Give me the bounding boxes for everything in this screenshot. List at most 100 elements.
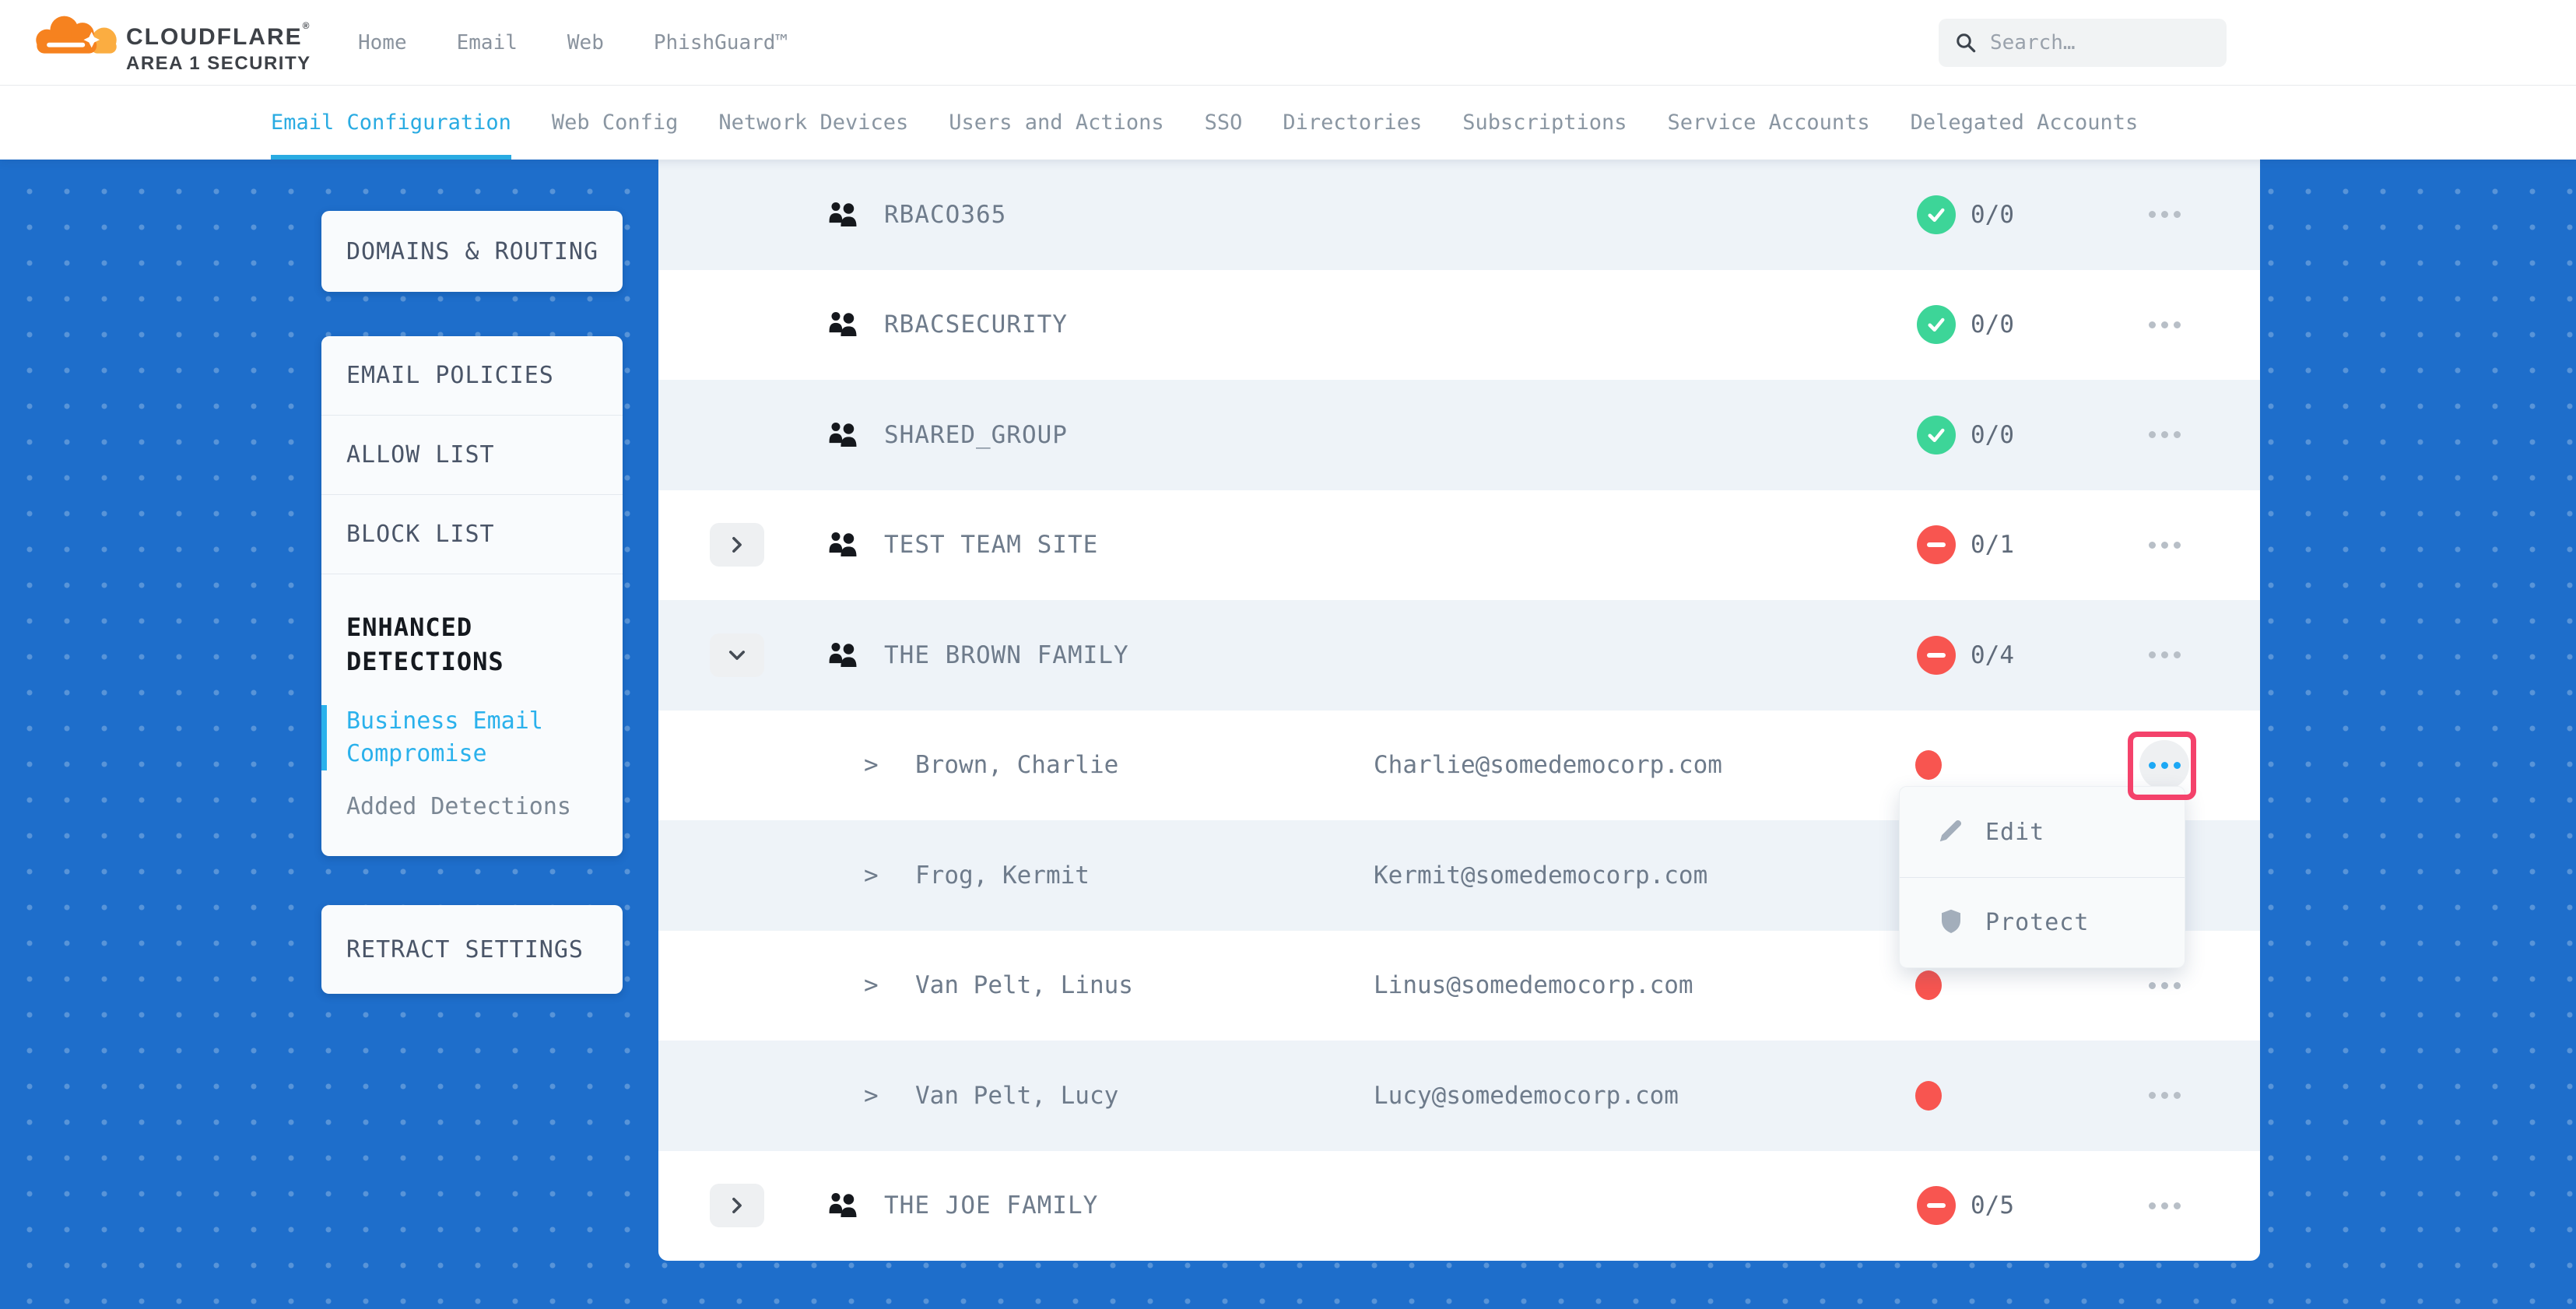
group-name: THE BROWN FAMILY (884, 641, 1129, 669)
status-unprotected-icon (1917, 1186, 1956, 1225)
more-dot (2149, 211, 2156, 218)
search-box[interactable] (1939, 19, 2227, 67)
group-icon (827, 1191, 860, 1220)
member-email: Kermit@somedemocorp.com (1374, 862, 1707, 890)
more-dot (2174, 982, 2181, 989)
more-actions-button[interactable] (2139, 630, 2189, 680)
sidebar-item-label: DOMAINS & ROUTING (346, 238, 598, 265)
table-row-group: RBACO3650/0 (658, 160, 2260, 270)
more-dot (2161, 982, 2168, 989)
more-dot (2149, 542, 2156, 549)
member-name: Van Pelt, Lucy (915, 1082, 1118, 1110)
sidebar-item-label: RETRACT SETTINGS (346, 936, 584, 963)
search-input[interactable] (1990, 31, 2211, 54)
more-actions-button[interactable] (2139, 300, 2189, 349)
table-row-group: SHARED_GROUP 0/0 (658, 380, 2260, 490)
more-actions-button[interactable] (2139, 190, 2189, 240)
table-row-group: THE JOE FAMILY0/5 (658, 1151, 2260, 1262)
tab-delegated-accounts[interactable]: Delegated Accounts (1911, 86, 2139, 160)
more-dot (2149, 321, 2156, 328)
more-dot (2149, 1092, 2156, 1099)
group-icon (827, 201, 860, 229)
header-nav-item[interactable]: PhishGuard™ (654, 31, 788, 54)
directory-table-panel: RBACO3650/0RBACSECURITY0/0SHARED_GROUP0/… (658, 160, 2260, 1261)
sidebar-item-added-detections[interactable]: Added Detections (346, 791, 598, 823)
protection-count: 0/4 (1971, 641, 2014, 669)
tab-network-devices[interactable]: Network Devices (718, 86, 908, 160)
more-dot (2149, 1202, 2156, 1209)
more-dot (2161, 431, 2168, 438)
status-protected-icon (1917, 195, 1956, 234)
group-name: TEST TEAM SITE (884, 531, 1098, 559)
group-icon (827, 641, 860, 669)
more-dot (2161, 1202, 2168, 1209)
cloudflare-cloud-icon (33, 11, 120, 56)
more-dot (2149, 431, 2156, 438)
more-dot (2174, 1202, 2181, 1209)
more-actions-button[interactable] (2139, 1181, 2189, 1230)
more-actions-button[interactable] (2139, 520, 2189, 570)
more-actions-button[interactable] (2139, 410, 2189, 460)
annotation-highlight (2128, 732, 2196, 800)
tab-directories[interactable]: Directories (1283, 86, 1422, 160)
group-icon (827, 531, 860, 559)
member-chevron: > (864, 971, 879, 999)
minus-glyph (1927, 542, 1946, 547)
tab-service-accounts[interactable]: Service Accounts (1668, 86, 1870, 160)
table-row-group: TEST TEAM SITE0/1 (658, 490, 2260, 601)
sidebar-item-retract-settings[interactable]: RETRACT SETTINGS (321, 905, 623, 994)
menu-item-protect[interactable]: Protect (1900, 877, 2185, 967)
brand-subtitle: AREA 1 SECURITY (126, 53, 311, 75)
protection-count: 0/5 (1971, 1191, 2014, 1220)
group-name: RBACSECURITY (884, 311, 1068, 339)
member-chevron: > (864, 862, 879, 890)
more-dot (2149, 651, 2156, 658)
shield-icon (1937, 907, 1965, 939)
status-unprotected-icon (1917, 636, 1956, 675)
menu-item-edit[interactable]: Edit (1900, 787, 2185, 877)
protection-count: 0/0 (1971, 421, 2014, 449)
sidebar-item-block-list[interactable]: BLOCK LIST (321, 495, 623, 574)
pencil-icon (1937, 816, 1965, 848)
minus-glyph (1927, 653, 1946, 658)
sidebar-item-domains-routing[interactable]: DOMAINS & ROUTING (321, 211, 623, 292)
app-header: CLOUDFLARE® AREA 1 SECURITY Home Email Web… (0, 0, 2576, 86)
table-row-group: THE BROWN FAMILY 0/4 (658, 600, 2260, 711)
chevron-right-icon[interactable] (710, 1184, 764, 1227)
header-nav-item[interactable]: Web (567, 31, 604, 54)
header-nav-item[interactable]: Home (358, 31, 407, 54)
more-dot (2161, 321, 2168, 328)
status-dot (1915, 750, 1942, 780)
tab-email-configuration[interactable]: Email Configuration (271, 86, 511, 160)
tab-users-and-actions[interactable]: Users and Actions (949, 86, 1163, 160)
minus-glyph (1927, 1203, 1946, 1208)
more-actions-button[interactable] (2139, 1071, 2189, 1121)
status-dot (1915, 970, 1942, 1000)
header-nav-item[interactable]: Email (457, 31, 518, 54)
chevron-right-icon[interactable] (710, 523, 764, 567)
enhanced-detections-title: ENHANCED DETECTIONS (346, 610, 598, 679)
group-icon (827, 421, 860, 449)
status-protected-icon (1917, 416, 1956, 454)
member-chevron: > (864, 1082, 879, 1110)
menu-item-label: Protect (1985, 909, 2089, 936)
tab-sso[interactable]: SSO (1205, 86, 1243, 160)
chevron-down-icon[interactable] (710, 633, 764, 677)
tab-web-config[interactable]: Web Config (552, 86, 679, 160)
sidebar-item-email-policies[interactable]: EMAIL POLICIES (321, 336, 623, 416)
group-icon (827, 311, 860, 339)
more-dot (2161, 542, 2168, 549)
member-name: Van Pelt, Linus (915, 971, 1133, 999)
cloudflare-logo: CLOUDFLARE® AREA 1 SECURITY (33, 6, 311, 75)
sidebar-item-allow-list[interactable]: ALLOW LIST (321, 416, 623, 495)
sidebar-item-business-email-compromise[interactable]: Business Email Compromise (321, 705, 598, 770)
more-dot (2174, 321, 2181, 328)
member-email: Charlie@somedemocorp.com (1374, 751, 1722, 779)
context-menu: Edit Protect (1899, 786, 2185, 968)
more-dot (2161, 211, 2168, 218)
table-row-group: RBACSECURITY0/0 (658, 270, 2260, 381)
group-name: SHARED_GROUP (884, 421, 1068, 449)
tab-subscriptions[interactable]: Subscriptions (1462, 86, 1627, 160)
header-nav: Home Email Web PhishGuard™ (358, 0, 788, 86)
more-dot (2174, 542, 2181, 549)
